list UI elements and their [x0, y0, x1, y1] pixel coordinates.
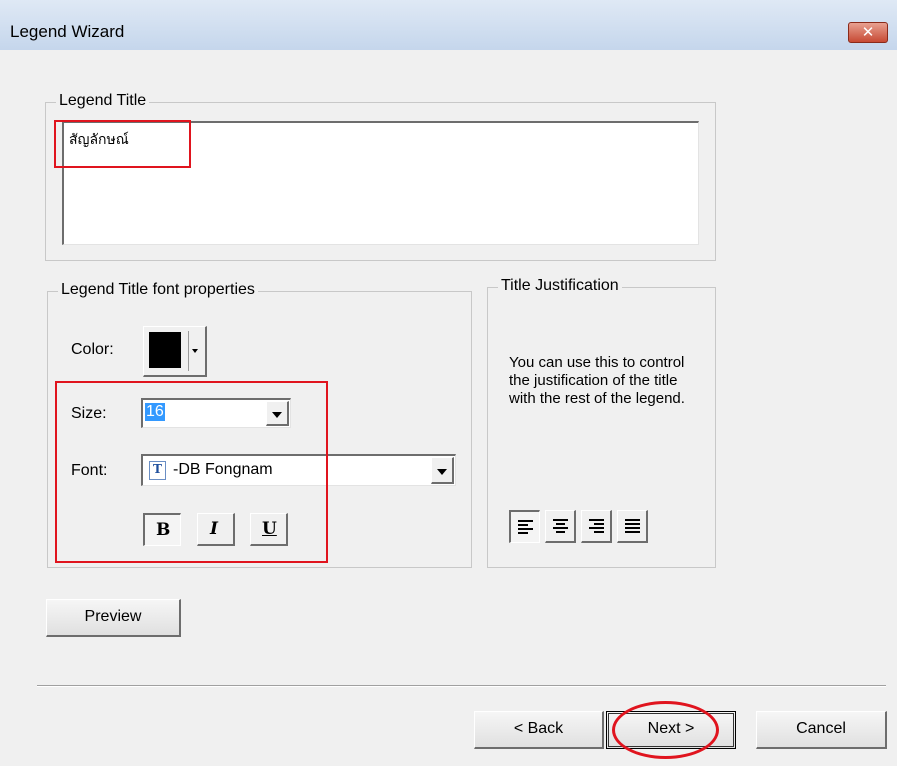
- color-picker-button[interactable]: [143, 326, 207, 377]
- preview-button[interactable]: Preview: [46, 599, 181, 637]
- legend-title-group-label: Legend Title: [56, 92, 150, 110]
- close-icon: ✕: [861, 24, 875, 41]
- close-button[interactable]: ✕: [848, 22, 888, 43]
- cancel-button-label: Cancel: [796, 720, 846, 737]
- window-title: Legend Wizard: [10, 22, 125, 41]
- font-properties-group-label: Legend Title font properties: [58, 281, 258, 299]
- annotation-highlight-title: [54, 120, 191, 168]
- chevron-down-icon: [437, 469, 447, 475]
- color-label: Color:: [71, 341, 114, 358]
- align-right-button[interactable]: [581, 510, 612, 543]
- color-divider: [188, 331, 189, 371]
- back-button[interactable]: < Back: [474, 711, 604, 749]
- annotation-highlight-font: [55, 381, 328, 563]
- back-button-label: < Back: [513, 720, 564, 737]
- chevron-down-icon: [192, 349, 198, 353]
- title-bar: Legend Wizard ✕: [0, 0, 897, 50]
- annotation-highlight-next: [612, 701, 719, 759]
- title-justification-group-label: Title Justification: [498, 277, 622, 295]
- align-left-button[interactable]: [509, 510, 540, 543]
- preview-button-label: Preview: [84, 608, 142, 625]
- align-center-button[interactable]: [545, 510, 576, 543]
- cancel-button[interactable]: Cancel: [756, 711, 887, 749]
- separator: [37, 685, 886, 687]
- font-dropdown-button[interactable]: [431, 457, 454, 484]
- color-swatch: [149, 332, 181, 368]
- align-justify-button[interactable]: [617, 510, 648, 543]
- justification-description: You can use this to control the justific…: [509, 354, 685, 407]
